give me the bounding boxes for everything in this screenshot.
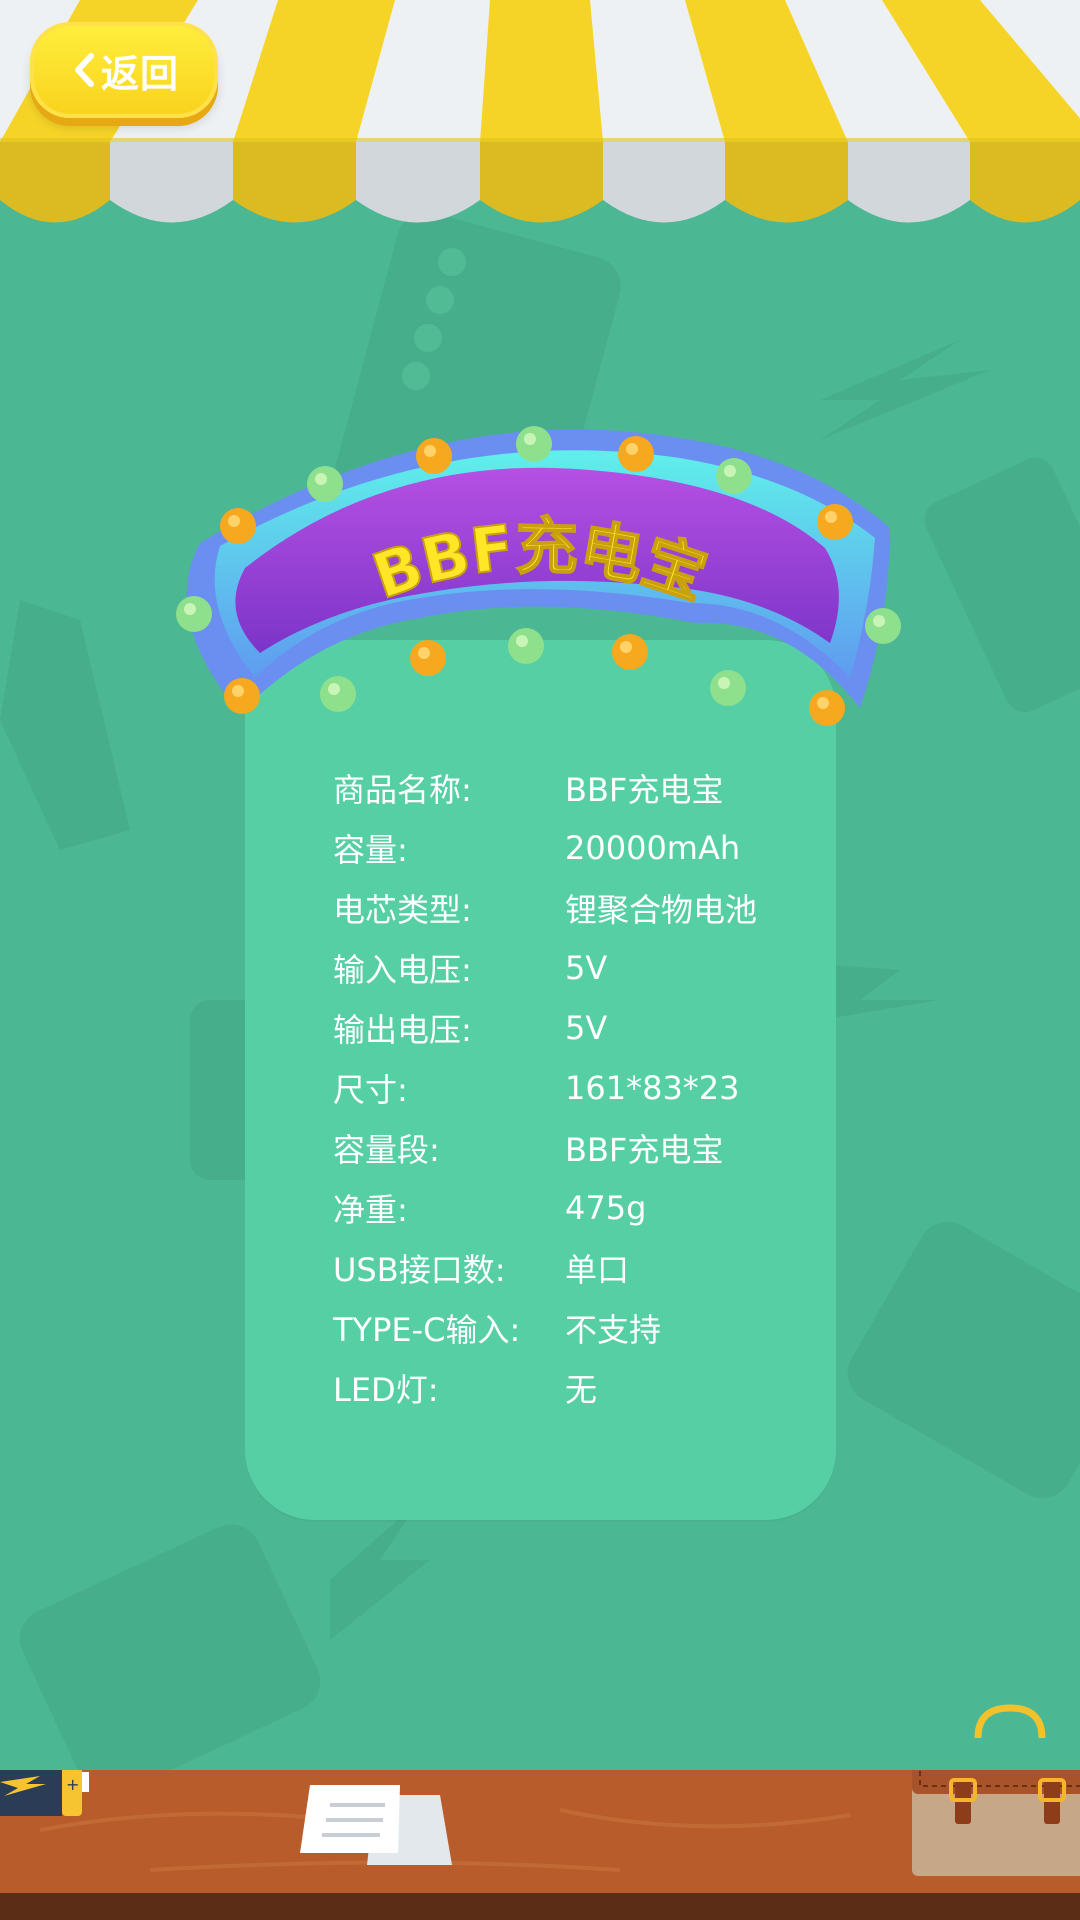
paper-stack-icon [300, 1785, 452, 1865]
spec-value: 20000mAh [565, 829, 741, 867]
spec-value: 不支持 [565, 1311, 662, 1349]
spec-row-product-name: 商品名称: BBF充电宝 [333, 758, 813, 818]
battery-icon: + [0, 1770, 89, 1816]
spec-row-capacity: 容量: 20000mAh [333, 818, 813, 878]
spec-label: TYPE-C输入: [333, 1311, 521, 1349]
spec-value: 475g [565, 1189, 647, 1227]
spec-label: LED灯: [333, 1371, 439, 1409]
spec-value: 5V [565, 949, 608, 987]
spec-label: 输出电压: [333, 1011, 472, 1049]
spec-value: 5V [565, 1009, 608, 1047]
spec-value: 锂聚合物电池 [565, 891, 758, 929]
spec-label: 容量: [333, 831, 408, 869]
title-banner: BBF充电宝 [176, 426, 901, 726]
spec-label: USB接口数: [333, 1251, 506, 1289]
spec-label: 商品名称: [333, 771, 472, 809]
spec-row-usb-ports: USB接口数: 单口 [333, 1238, 813, 1298]
spec-card: 商品名称: BBF充电宝 容量: 20000mAh 电芯类型: 锂聚合物电池 输… [245, 640, 836, 1520]
spec-row-typec-input: TYPE-C输入: 不支持 [333, 1298, 813, 1358]
spec-value: 无 [565, 1371, 598, 1409]
spec-value: 161*83*23 [565, 1069, 740, 1107]
back-button-label: 返回 [100, 51, 179, 96]
spec-row-cell-type: 电芯类型: 锂聚合物电池 [333, 878, 813, 938]
spec-row-capacity-segment: 容量段: BBF充电宝 [333, 1118, 813, 1178]
briefcase-handle [974, 1704, 1046, 1739]
spec-value: BBF充电宝 [565, 771, 724, 809]
spec-row-led: LED灯: 无 [333, 1358, 813, 1418]
spec-label: 容量段: [333, 1131, 440, 1169]
spec-row-net-weight: 净重: 475g [333, 1178, 813, 1238]
floor-shelf: + [0, 1770, 1080, 1920]
spec-value: 单口 [565, 1251, 630, 1289]
briefcase-icon [912, 1770, 1080, 1876]
spec-list: 商品名称: BBF充电宝 容量: 20000mAh 电芯类型: 锂聚合物电池 输… [333, 758, 813, 1418]
svg-text:+: + [66, 1775, 79, 1794]
spec-label: 净重: [333, 1191, 408, 1229]
spec-label: 输入电压: [333, 951, 472, 989]
spec-row-input-voltage: 输入电压: 5V [333, 938, 813, 998]
chevron-left-icon [74, 53, 94, 87]
spec-label: 尺寸: [333, 1071, 408, 1109]
spec-label: 电芯类型: [333, 891, 472, 929]
spec-value: BBF充电宝 [565, 1131, 724, 1169]
back-button[interactable]: 返回 [30, 22, 218, 118]
spec-row-size: 尺寸: 161*83*23 [333, 1058, 813, 1118]
spec-row-output-voltage: 输出电压: 5V [333, 998, 813, 1058]
